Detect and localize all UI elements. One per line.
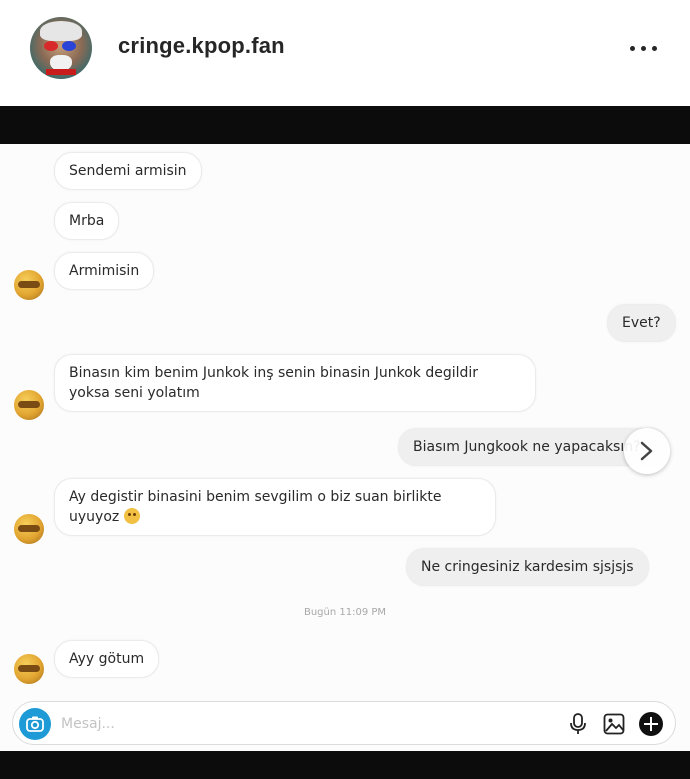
smiley-emoji-icon: [123, 508, 140, 524]
message-incoming: Sendemi armisin: [54, 152, 202, 190]
message-incoming: Ayy götum: [54, 640, 160, 678]
message-composer: [12, 701, 676, 745]
username[interactable]: cringe.kpop.fan: [118, 33, 285, 59]
more-options-icon[interactable]: [628, 38, 660, 58]
sender-avatar: [14, 654, 44, 684]
camera-icon[interactable]: [19, 708, 51, 740]
sender-avatar: [14, 270, 44, 300]
next-image-button[interactable]: [624, 428, 670, 474]
plus-icon[interactable]: [639, 712, 663, 736]
post-header: cringe.kpop.fan: [0, 0, 690, 106]
sender-avatar: [14, 390, 44, 420]
chevron-right-icon: [640, 441, 653, 461]
microphone-icon[interactable]: [569, 713, 587, 735]
message-incoming: Armimisin: [54, 252, 155, 290]
letterbox-top: [0, 106, 690, 144]
gallery-icon[interactable]: [603, 713, 625, 735]
chat-timestamp: Bugün 11:09 PM: [303, 607, 387, 618]
message-incoming: Ay degistir binasini benim sevgilim o bi…: [54, 478, 496, 536]
chat-screenshot: Sendemi armisin Mrba Armimisin Evet? Bin…: [0, 144, 690, 751]
message-incoming: Binasın kim benim Junkok inş senin binas…: [54, 354, 536, 412]
letterbox-bottom: [0, 751, 690, 779]
message-outgoing: Ne cringesiniz kardesim sjsjsjs: [406, 548, 649, 586]
message-incoming: Mrba: [54, 202, 120, 240]
sender-avatar: [14, 514, 44, 544]
message-input[interactable]: [61, 712, 501, 736]
message-outgoing: Evet?: [607, 304, 676, 342]
profile-avatar[interactable]: [30, 17, 92, 79]
